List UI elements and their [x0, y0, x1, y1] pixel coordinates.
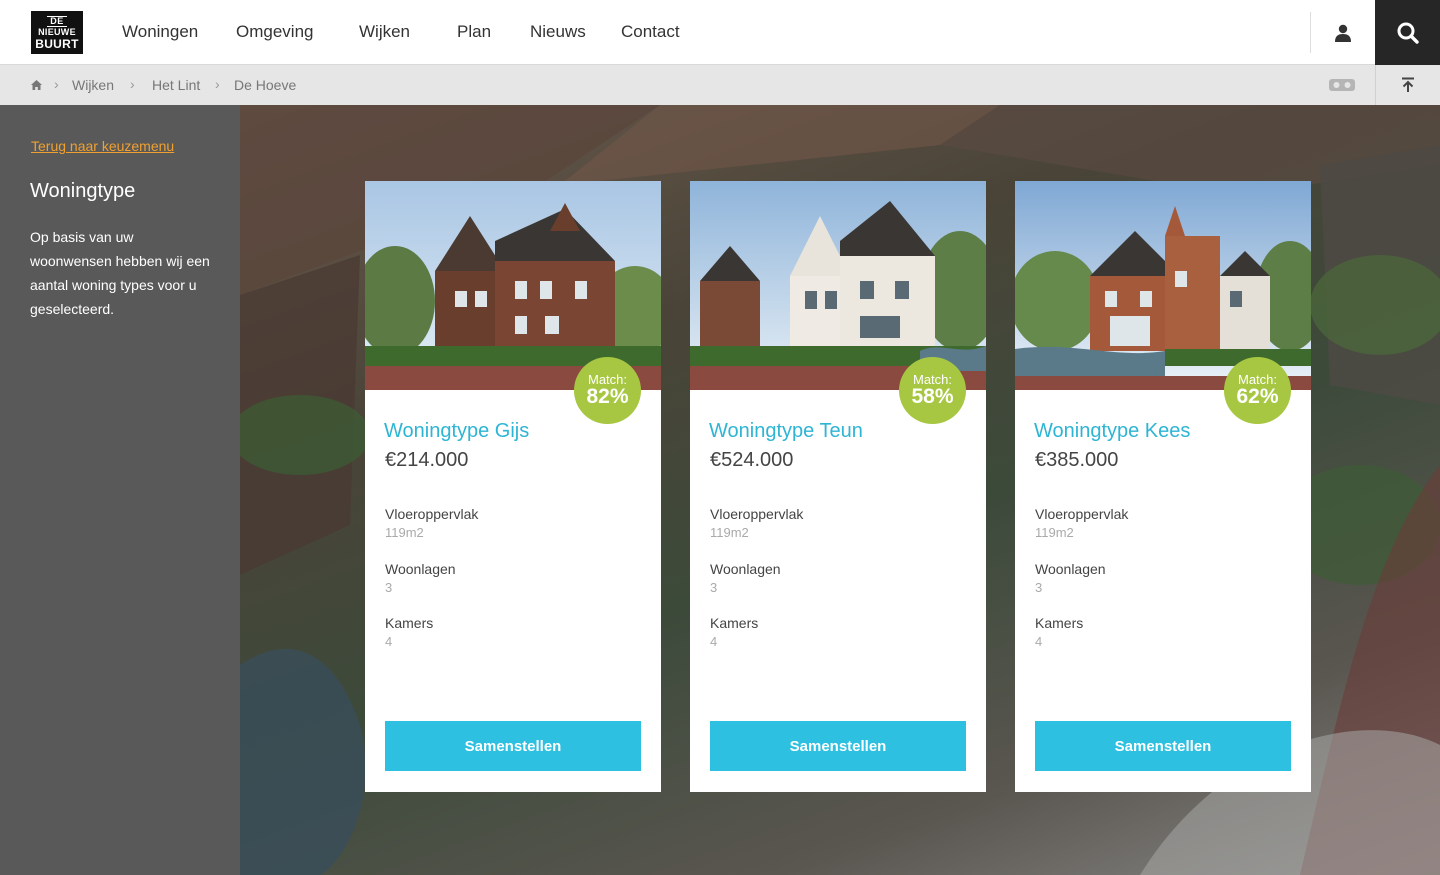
- match-percentage: 58%: [911, 385, 954, 408]
- spec-label: Woonlagen: [710, 561, 781, 577]
- user-icon: [1335, 24, 1351, 42]
- spec-label: Kamers: [385, 615, 434, 631]
- search-button[interactable]: [1375, 0, 1440, 65]
- house-type-card: Match: 58% Woningtype Teun €524.000 Vloe…: [690, 181, 986, 792]
- sidebar-title: Woningtype: [30, 180, 136, 202]
- spec-value: 4: [710, 634, 718, 649]
- match-percentage: 82%: [586, 385, 629, 408]
- nav-item-wijken[interactable]: Wijken: [359, 22, 410, 42]
- house-type-title[interactable]: Woningtype Gijs: [384, 420, 529, 443]
- home-icon[interactable]: [31, 80, 42, 90]
- house-price: €214.000: [385, 449, 469, 471]
- nav-item-plan[interactable]: Plan: [457, 22, 491, 42]
- breadcrumb-item-het-lint[interactable]: Het Lint: [152, 77, 200, 93]
- back-to-top-button[interactable]: [1375, 65, 1440, 105]
- sidebar: Terug naar keuzemenu Woningtype Op basis…: [0, 105, 240, 875]
- sidebar-description: Op basis van uw woonwensen hebben wij ee…: [30, 229, 210, 317]
- house-type-card: Match: 62% Woningtype Kees €385.000 Vloe…: [1015, 181, 1311, 792]
- nav-item-omgeving[interactable]: Omgeving: [236, 22, 313, 42]
- logo-text-line2: NIEUWE: [38, 26, 76, 37]
- spec-label: Vloeroppervlak: [710, 506, 804, 522]
- breadcrumb-separator: ›: [54, 76, 59, 92]
- match-score-badge: Match: 58%: [899, 357, 966, 424]
- match-score-badge: Match: 62%: [1224, 357, 1291, 424]
- spec-value: 119m2: [385, 525, 424, 540]
- spec-value: 4: [385, 634, 393, 649]
- house-price: €385.000: [1035, 449, 1119, 471]
- spec-label: Vloeroppervlak: [1035, 506, 1129, 522]
- nav-item-contact[interactable]: Contact: [621, 22, 680, 42]
- breadcrumb-separator: ›: [130, 76, 135, 92]
- breadcrumb: › Wijken › Het Lint › De Hoeve: [0, 65, 1440, 105]
- house-price: €524.000: [710, 449, 794, 471]
- configure-button[interactable]: Samenstellen: [385, 721, 641, 771]
- brand-logo[interactable]: DE NIEUWE BUURT: [31, 11, 83, 54]
- match-score-badge: Match: 82%: [574, 357, 641, 424]
- breadcrumb-item-wijken[interactable]: Wijken: [72, 77, 114, 93]
- spec-label: Vloeroppervlak: [385, 506, 479, 522]
- match-percentage: 62%: [1236, 385, 1279, 408]
- breadcrumb-item-de-hoeve: De Hoeve: [234, 77, 297, 93]
- spec-label: Woonlagen: [1035, 561, 1106, 577]
- spec-label: Kamers: [1035, 615, 1084, 631]
- spec-label: Woonlagen: [385, 561, 456, 577]
- spec-value: 4: [1035, 634, 1043, 649]
- configure-button[interactable]: Samenstellen: [710, 721, 966, 771]
- configure-button[interactable]: Samenstellen: [1035, 721, 1291, 771]
- house-type-card: Match: 82% Woningtype Gijs €214.000 Vloe…: [365, 181, 661, 792]
- spec-value: 3: [1035, 580, 1043, 595]
- account-button[interactable]: [1311, 0, 1375, 65]
- nav-item-woningen[interactable]: Woningen: [122, 22, 198, 42]
- logo-text-line1: DE: [47, 15, 67, 27]
- house-type-title[interactable]: Woningtype Teun: [709, 420, 863, 443]
- breadcrumb-separator: ›: [215, 76, 220, 92]
- nav-item-nieuws[interactable]: Nieuws: [530, 22, 586, 42]
- logo-text-line3: BUURT: [35, 36, 79, 51]
- house-type-title[interactable]: Woningtype Kees: [1034, 420, 1190, 443]
- vr-goggles-icon[interactable]: [1328, 77, 1356, 93]
- spec-value: 119m2: [710, 525, 749, 540]
- spec-label: Kamers: [710, 615, 759, 631]
- arrow-up-to-top-icon: [1402, 77, 1414, 92]
- spec-value: 3: [385, 580, 393, 595]
- back-to-menu-link[interactable]: Terug naar keuzemenu: [31, 138, 174, 154]
- search-icon: [1397, 22, 1419, 44]
- spec-value: 3: [710, 580, 718, 595]
- spec-value: 119m2: [1035, 525, 1074, 540]
- top-navigation-bar: DE NIEUWE BUURT Woningen Omgeving Wijken…: [0, 0, 1440, 65]
